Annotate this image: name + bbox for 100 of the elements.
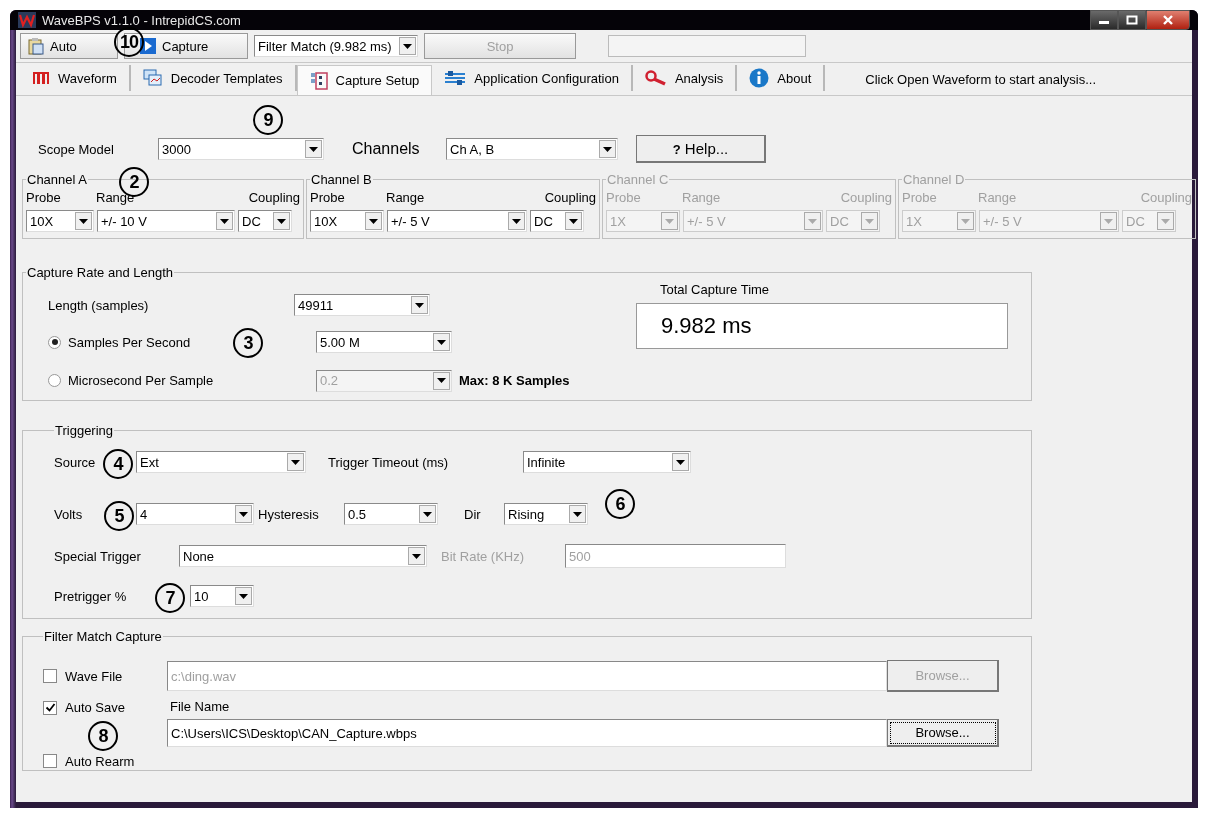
maximize-button[interactable]	[1118, 10, 1146, 30]
close-icon	[1162, 15, 1174, 25]
window-title: WaveBPS v1.1.0 - IntrepidCS.com	[42, 12, 241, 28]
coupling-dropdown[interactable]: DC	[238, 210, 292, 232]
caret-icon	[865, 218, 874, 224]
sliders-icon	[444, 70, 467, 86]
max-samples-note: Max: 8 K Samples	[459, 373, 570, 388]
radio-button[interactable]	[48, 335, 61, 349]
group-title: Channel B	[310, 172, 373, 187]
field-label: Trigger Timeout (ms)	[328, 454, 450, 470]
field-label: Probe	[26, 189, 62, 205]
field-label: Coupling	[247, 189, 300, 205]
tab[interactable]: Waveform	[20, 65, 131, 91]
callout-number: 7	[155, 583, 185, 613]
status-message: Click Open Waveform to start analysis...	[865, 72, 1096, 87]
total-capture-time: 9.982 ms	[636, 303, 1008, 349]
grid-icon	[309, 71, 328, 90]
caret-icon	[603, 146, 612, 152]
rate-dropdown[interactable]: 5.00 M	[316, 331, 452, 353]
caret-icon	[676, 459, 685, 465]
checkbox-label[interactable]: Auto Save	[65, 700, 125, 715]
checkbox[interactable]	[43, 700, 57, 715]
caret-icon	[291, 459, 300, 465]
app-logo-icon	[18, 12, 36, 28]
total-capture-label: Total Capture Time	[660, 282, 771, 297]
callout-number: 6	[605, 489, 635, 519]
caret-icon	[309, 146, 318, 152]
callout-number: 5	[104, 501, 134, 531]
caret-icon	[79, 218, 88, 224]
caret-icon	[403, 43, 412, 49]
caret-icon	[1161, 218, 1170, 224]
pretrigger-dropdown[interactable]: 10	[190, 585, 254, 607]
special-trigger-dropdown[interactable]: None	[179, 545, 427, 567]
source-dropdown[interactable]: Ext	[136, 451, 306, 473]
timeout-dropdown[interactable]: Infinite	[523, 451, 691, 473]
file-name-field[interactable]: C:\Users\ICS\Desktop\CAN_Capture.wbps	[167, 719, 887, 747]
field-label: Coupling	[839, 189, 892, 205]
direction-dropdown[interactable]: Rising	[504, 503, 588, 525]
field-label: Pretrigger %	[54, 588, 127, 604]
browse-button[interactable]: Browse...	[887, 719, 999, 747]
callout-number: 4	[103, 449, 133, 479]
play-icon	[139, 37, 157, 55]
help-button[interactable]: ? Help...	[636, 135, 766, 163]
field-label: Channels	[352, 140, 421, 158]
checkmark-icon	[44, 702, 56, 713]
minimize-button[interactable]	[1090, 10, 1118, 30]
scope-model-dropdown[interactable]: 3000	[158, 138, 324, 160]
field-label: Source	[54, 454, 96, 470]
channels-dropdown[interactable]: Ch A, B	[446, 138, 618, 160]
tab[interactable]: About	[737, 65, 826, 91]
field-label: Range	[682, 189, 722, 205]
info-icon	[749, 68, 770, 88]
field-label: Length (samples)	[48, 297, 150, 313]
field-label: Scope Model	[38, 141, 115, 157]
radio-label[interactable]: Samples Per Second	[68, 334, 191, 350]
caret-icon	[569, 218, 578, 224]
length-dropdown[interactable]: 49911	[294, 294, 430, 316]
capture-mode-dropdown[interactable]: Filter Match (9.982 ms)	[254, 35, 418, 57]
caret-icon	[1104, 218, 1113, 224]
range-dropdown[interactable]: +/- 10 V	[97, 210, 235, 232]
tab[interactable]: Analysis	[632, 65, 738, 91]
group-title: Channel D	[902, 172, 966, 187]
group-title: Filter Match Capture	[43, 629, 163, 644]
field-label: Dir	[464, 506, 482, 522]
field-label: File Name	[169, 698, 231, 714]
caret-icon	[961, 218, 970, 224]
group-title: Channel C	[606, 172, 670, 187]
group-title: Triggering	[54, 423, 115, 438]
callout-number: 9	[253, 105, 283, 135]
caret-icon	[665, 218, 674, 224]
group-title: Channel A	[26, 172, 88, 187]
probe-dropdown[interactable]: 10X	[26, 210, 94, 232]
field-label: Probe	[310, 189, 346, 205]
caret-icon	[369, 218, 378, 224]
checkbox[interactable]	[43, 669, 57, 683]
auto-button[interactable]: Auto	[20, 33, 118, 59]
probe-dropdown[interactable]: 10X	[310, 210, 384, 232]
tab[interactable]: Capture Setup	[296, 65, 433, 95]
close-button[interactable]	[1146, 10, 1190, 30]
range-dropdown[interactable]: +/- 5 V	[387, 210, 527, 232]
callout-number: 10	[114, 27, 144, 57]
caret-icon	[239, 593, 248, 599]
field-label: Range	[978, 189, 1018, 205]
volts-dropdown[interactable]: 4	[136, 503, 254, 525]
tab[interactable]: Application Configuration	[432, 65, 633, 91]
checkbox-label[interactable]: Wave File	[65, 668, 123, 684]
caret-icon	[423, 511, 432, 517]
hysteresis-dropdown[interactable]: 0.5	[344, 503, 438, 525]
maximize-icon	[1126, 15, 1138, 25]
coupling-dropdown[interactable]: DC	[530, 210, 584, 232]
field-label: Bit Rate (KHz)	[441, 548, 526, 564]
caret-icon	[412, 553, 421, 559]
tab[interactable]: Decoder Templates	[130, 65, 297, 91]
caret-icon	[220, 218, 229, 224]
checkbox[interactable]	[43, 754, 57, 768]
field-label: Coupling	[1139, 189, 1192, 205]
field-label: Special Trigger	[54, 548, 142, 564]
caret-icon	[573, 511, 582, 517]
checkbox-label[interactable]: Auto Rearm	[65, 753, 135, 769]
caret-icon	[277, 218, 286, 224]
